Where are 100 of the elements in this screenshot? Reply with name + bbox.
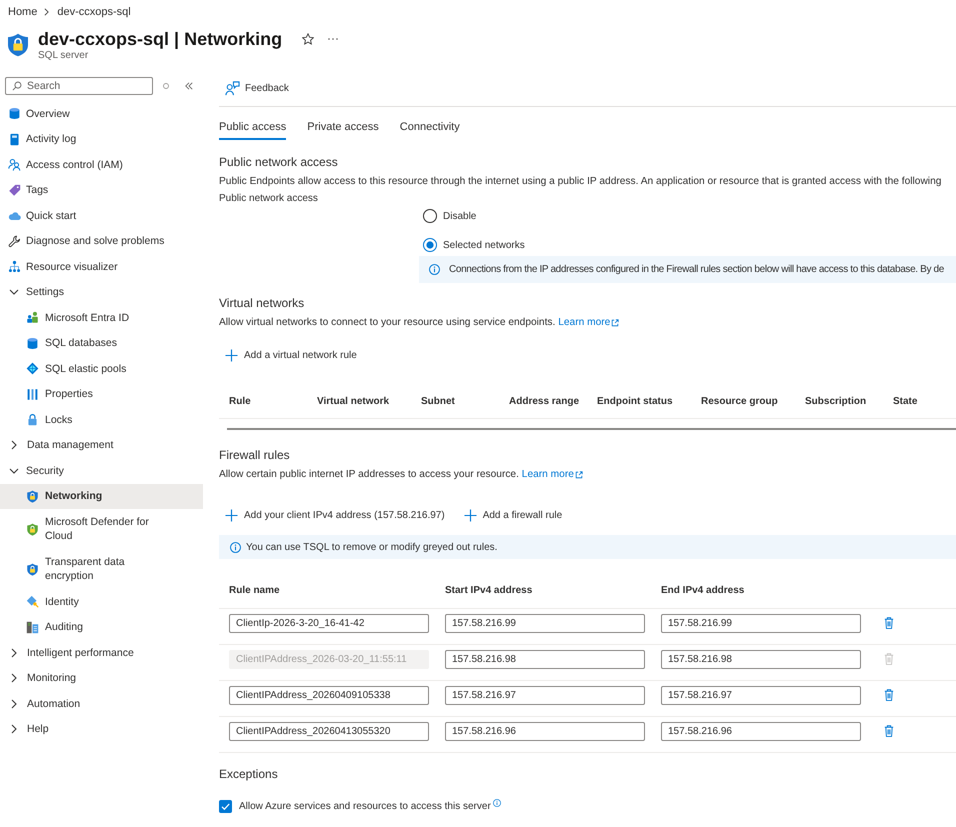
star-icon[interactable]: [302, 33, 314, 45]
circle-icon[interactable]: [163, 83, 169, 89]
search-field[interactable]: Search: [5, 77, 153, 95]
column-header: Rule: [228, 396, 252, 406]
page-title: dev-ccxops-sql | Networking: [38, 28, 282, 50]
tag-icon: [8, 184, 21, 197]
collapse-icon[interactable]: [185, 82, 193, 90]
trash-icon[interactable]: [884, 688, 894, 702]
shield-icon: [26, 562, 39, 576]
learn-more-link[interactable]: Learn more: [558, 315, 620, 331]
section-heading: Virtual networks: [219, 295, 306, 311]
nav-item[interactable]: SQL elastic pools: [0, 356, 203, 382]
breadcrumb-link[interactable]: Home: [8, 6, 38, 18]
section-description: Allow virtual networks to connect to your resource using service endpoints. Learn more: [219, 315, 956, 331]
nav-group[interactable]: Monitoring: [0, 666, 203, 691]
nav-group[interactable]: Automation: [0, 691, 203, 716]
shield-icon: [26, 522, 39, 536]
nav-item[interactable]: Quick start: [0, 203, 203, 228]
notebook-icon: [8, 132, 21, 146]
nav-item[interactable]: Properties: [0, 382, 203, 407]
page-subtitle: SQL server: [38, 50, 90, 62]
feedback-button[interactable]: Feedback: [225, 80, 289, 96]
shield-icon: [26, 490, 39, 503]
column-header: Endpoint status: [596, 396, 674, 406]
start-ip-field[interactable]: 157.58.216.97: [445, 686, 645, 705]
feedback-icon: [225, 80, 240, 96]
nav-group[interactable]: Help: [0, 716, 203, 742]
radio-label: Disable: [443, 210, 476, 222]
rule-name-field[interactable]: ClientIp-2026-3-20_16-41-42: [229, 614, 429, 633]
tab[interactable]: Public access: [219, 115, 286, 140]
chevron-right-icon: [44, 8, 50, 16]
checkbox-label: Allow Azure services and resources to access this server: [239, 800, 491, 812]
nav-item[interactable]: Auditing: [0, 614, 203, 640]
plus-icon: [225, 348, 238, 362]
plus-icon: [464, 508, 477, 522]
nav-group[interactable]: Security: [0, 458, 203, 484]
nav-item[interactable]: Microsoft Entra ID: [0, 305, 203, 330]
column-header: Resource group: [700, 396, 779, 406]
rule-name-field[interactable]: ClientIPAddress_20260413055320: [229, 722, 429, 741]
external-link-icon: [574, 471, 583, 479]
breadcrumb-link[interactable]: dev-ccxops-sql: [57, 6, 131, 18]
nav-group[interactable]: Data management: [0, 432, 203, 458]
trash-icon[interactable]: [884, 616, 894, 630]
users-icon: [26, 311, 39, 324]
end-ip-field[interactable]: 157.58.216.99: [661, 614, 861, 633]
tab[interactable]: Private access: [307, 115, 379, 140]
nav-item[interactable]: Access control (IAM): [0, 152, 203, 178]
diamond-icon: [26, 362, 39, 376]
nav-item[interactable]: SQL databases: [0, 330, 203, 356]
column-header: Subscription: [804, 396, 868, 406]
checkbox[interactable]: [219, 800, 232, 812]
section-description: Public Endpoints allow access to this resource through the internet using a public IP address. An application or resource that is granted access with the following: [219, 175, 942, 189]
nav-item[interactable]: Identity: [0, 589, 203, 614]
section-heading: Firewall rules: [219, 447, 291, 463]
column-header: State: [892, 396, 918, 406]
wrench-icon: [8, 234, 21, 248]
trash-icon[interactable]: [884, 724, 894, 738]
add-rule-button[interactable]: Add a firewall rule: [458, 504, 562, 526]
end-ip-field[interactable]: 157.58.216.96: [661, 722, 861, 741]
radio-label: Selected networks: [443, 240, 525, 250]
radio-button[interactable]: [423, 209, 437, 223]
section-heading: Exceptions: [219, 766, 279, 782]
start-ip-field[interactable]: 157.58.216.99: [445, 614, 645, 633]
column-header: Start IPv4 address: [444, 584, 534, 596]
column-header: Address range: [508, 396, 580, 406]
external-link-icon: [611, 319, 620, 327]
radio-button[interactable]: [423, 238, 437, 252]
search-icon: [12, 81, 22, 91]
add-rule-button[interactable]: Add your client IPv4 address (157.58.216.97): [219, 504, 445, 526]
diamond-key-icon: [26, 595, 39, 608]
rule-name-field[interactable]: ClientIPAddress_20260409105338: [229, 686, 429, 705]
field-label: Public network access: [219, 192, 319, 206]
nav-item[interactable]: Activity log: [0, 126, 203, 152]
hierarchy-icon: [8, 260, 21, 274]
nav-item[interactable]: Diagnose and solve problems: [0, 228, 203, 254]
section-heading: Public network access: [219, 154, 339, 170]
end-ip-field[interactable]: 157.58.216.97: [661, 686, 861, 705]
nav-item[interactable]: Tags: [0, 178, 203, 203]
nav-item[interactable]: Networking: [0, 484, 203, 509]
tab[interactable]: Connectivity: [400, 115, 460, 140]
nav-item[interactable]: Microsoft Defender for Cloud: [0, 509, 203, 549]
info-text: Connections from the IP addresses configured in the Firewall rules section below will have access to this database. By de: [449, 264, 944, 275]
add-rule-button[interactable]: Add a virtual network rule: [219, 344, 357, 366]
database-icon: [8, 107, 21, 120]
nav-group[interactable]: Intelligent performance: [0, 640, 203, 666]
shield-icon: [8, 33, 28, 57]
bars-icon: [26, 388, 39, 401]
database-icon: [26, 336, 39, 350]
nav-item[interactable]: Resource visualizer: [0, 254, 203, 280]
column-header: End IPv4 address: [660, 584, 746, 596]
nav-item[interactable]: Transparent data encryption: [0, 549, 203, 589]
column-header: Virtual network: [316, 396, 390, 406]
section-description: Allow certain public internet IP addresses to access your resource. Learn more: [219, 467, 956, 483]
nav-group[interactable]: Settings: [0, 280, 203, 305]
column-header: Rule name: [228, 584, 281, 596]
learn-more-link[interactable]: Learn more: [522, 467, 583, 483]
info-text: You can use TSQL to remove or modify greyed out rules.: [246, 542, 498, 552]
nav-item[interactable]: Locks: [0, 407, 203, 432]
start-ip-field[interactable]: 157.58.216.96: [445, 722, 645, 741]
nav-item[interactable]: Overview: [0, 101, 203, 126]
